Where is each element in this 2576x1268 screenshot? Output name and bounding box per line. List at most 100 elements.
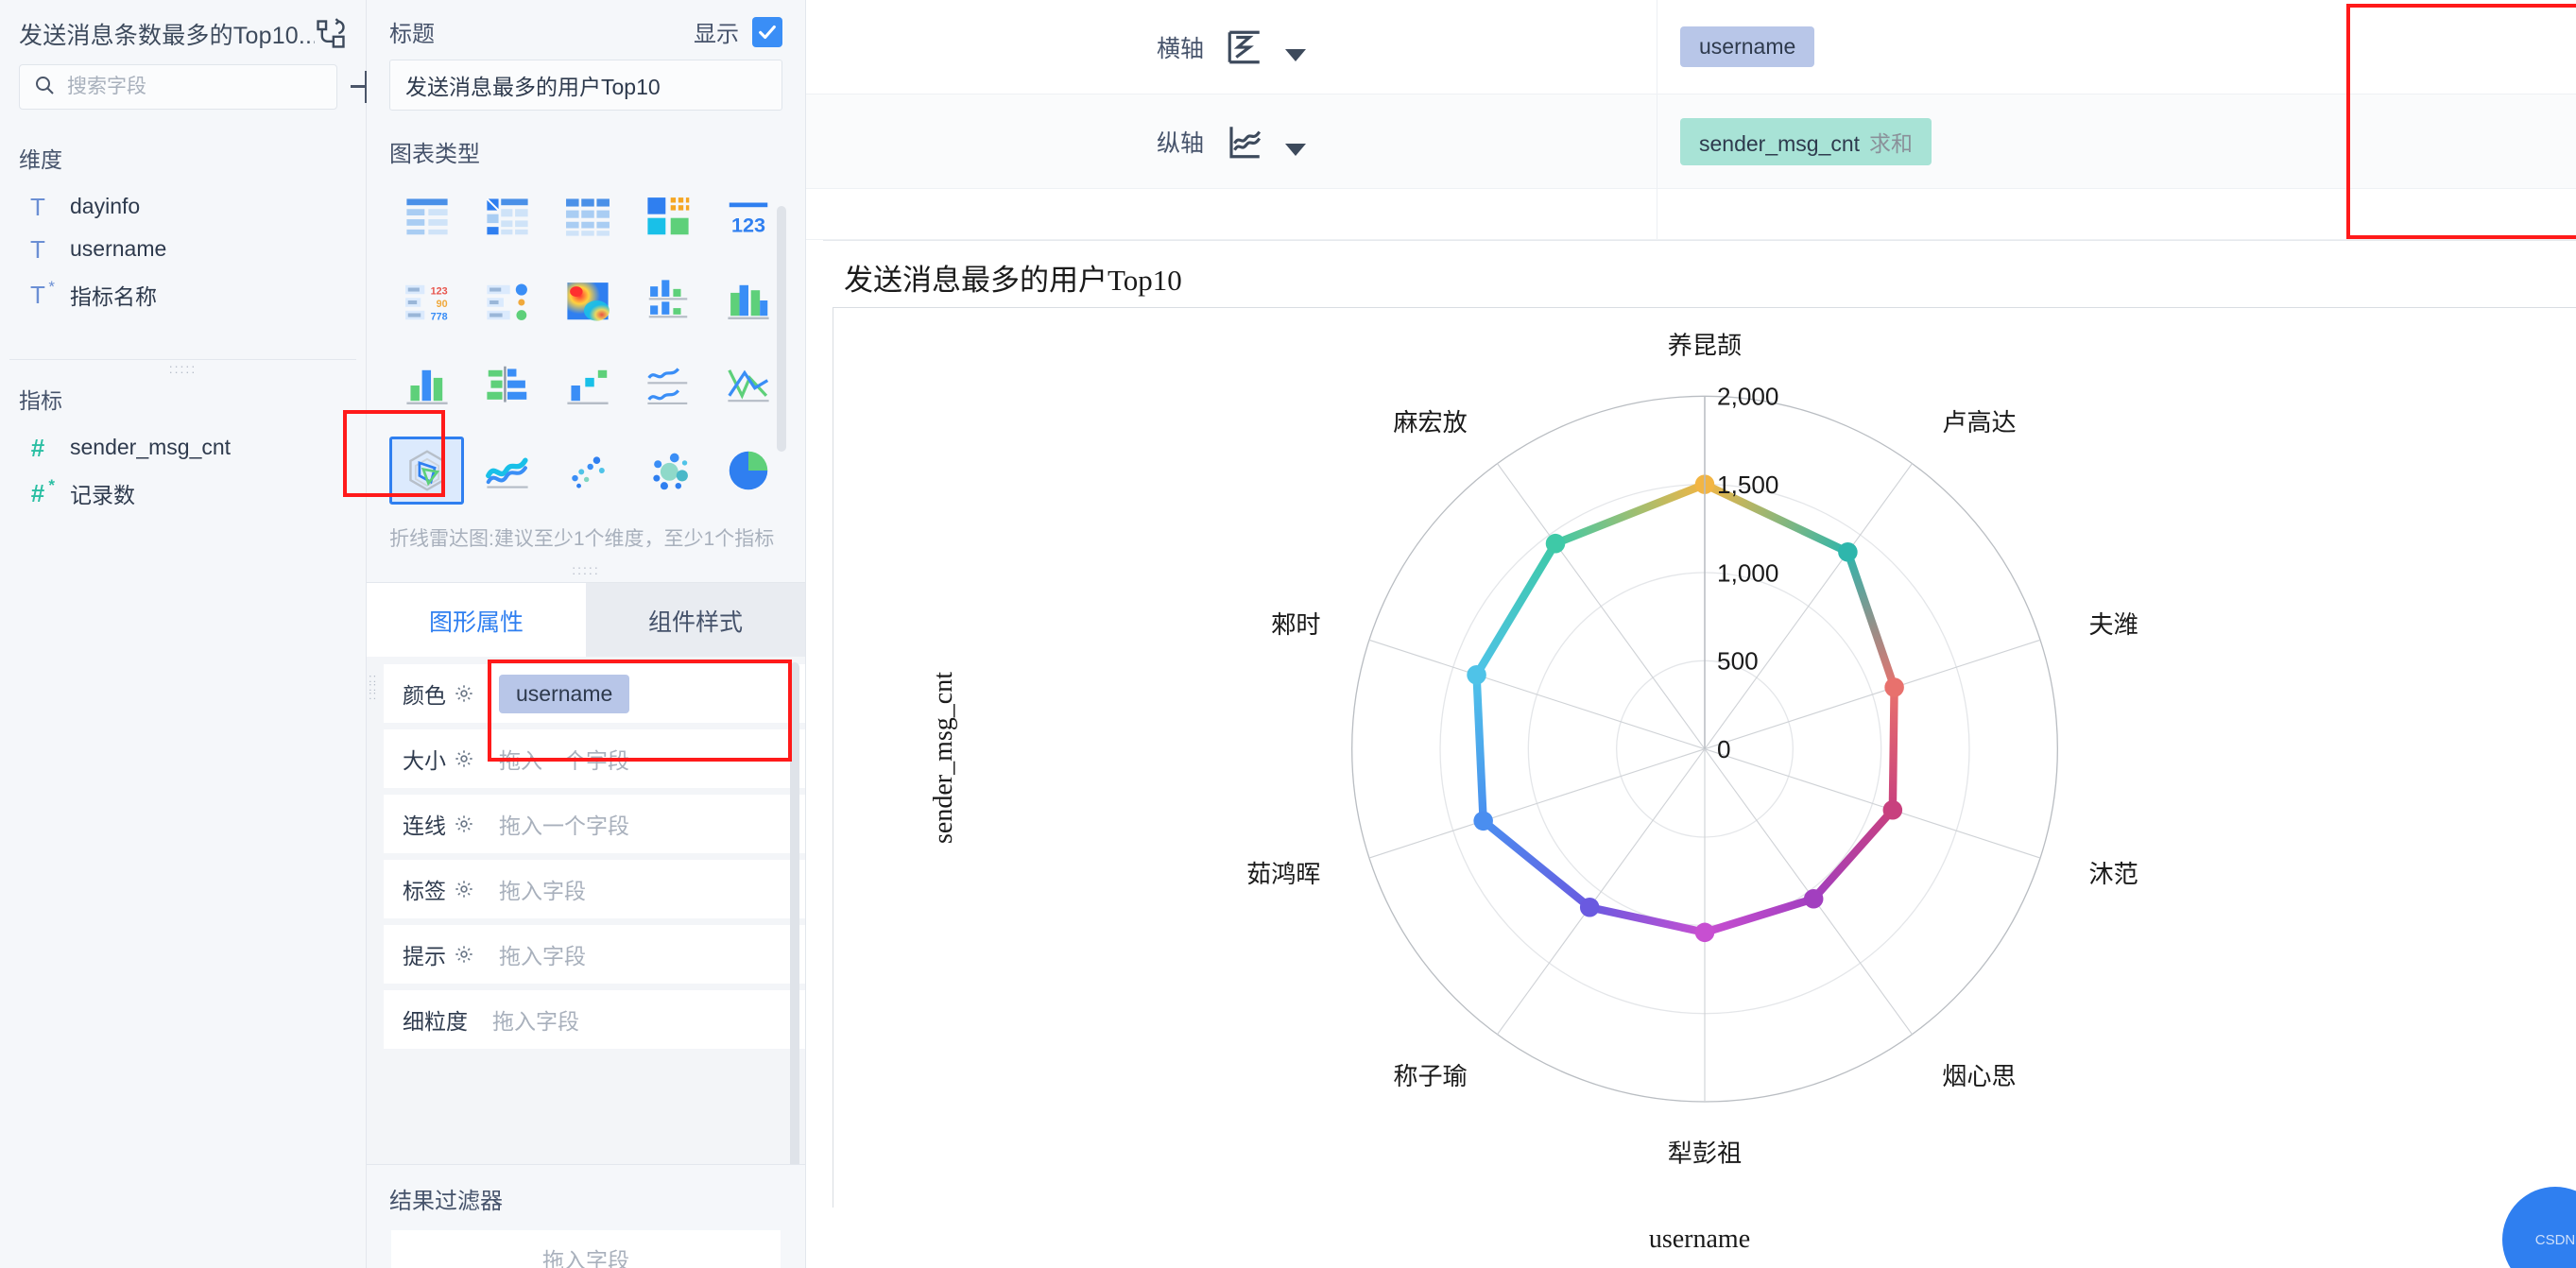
chart-type-bar-mirror[interactable]: [631, 266, 706, 334]
x-axis-field-chip[interactable]: username: [1680, 26, 1815, 67]
radar-category-label: 称子瑜: [1393, 1062, 1467, 1090]
field-item-dayinfo[interactable]: T dayinfo: [0, 185, 366, 228]
chart-type-bubble[interactable]: [631, 437, 706, 505]
chart-type-hint: 折线雷达图:建议至少1个维度，至少1个指标: [389, 528, 775, 550]
y-axis-field-chip[interactable]: sender_msg_cnt 求和: [1680, 117, 1932, 165]
radar-category-label: 麻宏放: [1393, 408, 1467, 437]
main-area: 横轴 username 纵轴 sender_msg_cnt 求和 发送消息最多的…: [806, 0, 2576, 1268]
shelf-extra[interactable]: [806, 189, 2576, 240]
radar-tick-label: 2,000: [1717, 383, 1778, 411]
property-row-size[interactable]: 大小 拖入一个字段: [384, 729, 805, 789]
chart-type-list-dot[interactable]: [470, 266, 544, 334]
chart-type-table-detail[interactable]: [389, 181, 464, 249]
search-input[interactable]: [67, 76, 323, 98]
field-item-metric-name[interactable]: T * 指标名称: [0, 270, 366, 319]
radar-category-label: 犁彭祖: [1668, 1139, 1742, 1167]
x-axis-label: 横轴: [1156, 35, 1204, 62]
field-item-sender-msg-cnt[interactable]: # sender_msg_cnt: [0, 426, 366, 469]
y-axis-dropdown-caret[interactable]: [1285, 143, 1306, 156]
field-label: 指标名称: [70, 284, 157, 309]
text-calc-field-icon: T *: [30, 278, 55, 309]
property-placeholder: 拖入一个字段: [499, 748, 629, 774]
radar-chart[interactable]: 养昆颉卢高达夫潍沐范烟心思犁彭祖 称子瑜 茹鸿晖 郲时 麻宏放 0 500 1,000 1,50…: [833, 308, 2576, 1208]
chart-type-list-number[interactable]: 123 90 778: [389, 266, 464, 334]
radar-tick-label: 1,500: [1717, 471, 1778, 499]
result-filter-dropzone[interactable]: 拖入字段: [391, 1230, 781, 1268]
field-item-record-count[interactable]: # * 记录数: [0, 469, 366, 518]
radar-category-label: 沐范: [2089, 860, 2138, 888]
property-row-tooltip[interactable]: 提示 拖入字段: [384, 925, 805, 985]
chart-type-scrollbar[interactable]: [777, 206, 786, 452]
branch-icon[interactable]: [315, 18, 347, 50]
chart-type-table-grid[interactable]: [550, 181, 625, 249]
dataset-title: 发送消息条数最多的Top10...: [19, 23, 315, 49]
chart-type-line-cross[interactable]: [712, 351, 786, 420]
radar-category-label: 郲时: [1271, 610, 1320, 639]
result-filter-section: 结果过滤器 拖入字段: [367, 1164, 805, 1268]
axis-category-icon[interactable]: [1225, 27, 1264, 67]
search-icon: [33, 74, 56, 101]
axis-line-icon[interactable]: [1225, 122, 1264, 162]
field-panel-header: 发送消息条数最多的Top10...: [0, 0, 366, 60]
property-scrollbar[interactable]: [790, 662, 799, 1192]
gear-icon[interactable]: [454, 748, 474, 769]
chart-type-bar-group[interactable]: [712, 266, 786, 334]
chart-type-bar-step[interactable]: [550, 351, 625, 420]
field-item-username[interactable]: T username: [0, 228, 366, 270]
show-label: 显示: [694, 22, 739, 47]
gear-icon[interactable]: [454, 683, 474, 704]
chart-type-heatmap[interactable]: [550, 266, 625, 334]
svg-text:90: 90: [436, 299, 447, 310]
property-drag-grip[interactable]: ::::::: [369, 672, 377, 701]
property-row-label[interactable]: 标签 拖入字段: [384, 860, 805, 919]
chart-type-pie[interactable]: [712, 437, 786, 505]
property-row-granularity[interactable]: 细粒度 拖入字段: [384, 990, 805, 1050]
tab-component-style[interactable]: 组件样式: [586, 583, 805, 658]
x-axis-dropzone[interactable]: username: [1657, 0, 2576, 94]
gear-icon[interactable]: [454, 879, 474, 900]
gear-icon[interactable]: [454, 814, 474, 834]
shelf-y-axis: 纵轴 sender_msg_cnt 求和: [806, 94, 2576, 189]
property-row-connect[interactable]: 连线 拖入一个字段: [384, 795, 805, 854]
color-field-chip[interactable]: username: [499, 674, 630, 713]
field-label: dayinfo: [70, 194, 141, 218]
property-label: 大小: [403, 743, 474, 775]
property-row-color[interactable]: 颜色 username: [384, 664, 805, 724]
chart-title: 发送消息最多的用户Top10: [844, 264, 1182, 297]
show-title-checkbox[interactable]: [752, 16, 782, 47]
resize-grip[interactable]: :::::: [0, 360, 366, 375]
chart-type-radar-line[interactable]: [389, 437, 465, 505]
radar-category-label: 夫潍: [2089, 610, 2138, 639]
chart-type-bar-diverging[interactable]: [470, 351, 544, 420]
chart-type-label: 图表类型: [389, 142, 480, 167]
chart-type-column-group[interactable]: [389, 351, 464, 420]
property-label: 提示: [403, 938, 474, 970]
chart-type-kpi-number[interactable]: 123: [712, 181, 786, 249]
number-calc-field-icon: # *: [30, 476, 55, 507]
chart-type-table-cross[interactable]: [470, 181, 544, 249]
svg-text:778: 778: [430, 311, 447, 322]
gear-icon[interactable]: [454, 944, 474, 965]
chart-type-scatter[interactable]: [550, 437, 625, 505]
search-box[interactable]: [19, 64, 337, 110]
chart-type-area-smooth[interactable]: [470, 437, 544, 505]
extra-dropzone[interactable]: [1657, 189, 2576, 239]
y-axis-dropzone[interactable]: sender_msg_cnt 求和: [1657, 94, 2576, 188]
chart-title-input[interactable]: [389, 60, 782, 111]
chart-type-line-dual[interactable]: [631, 351, 706, 420]
x-axis-title: username: [1648, 1225, 1751, 1254]
tab-graphic-properties[interactable]: 图形属性: [367, 583, 586, 658]
title-label: 标题: [389, 22, 435, 47]
shelf-x-axis: 横轴 username: [806, 0, 2576, 94]
text-field-icon: T: [30, 234, 45, 264]
field-label: 记录数: [70, 483, 135, 507]
property-list: :::::: 颜色 username 大小 拖入一个字段 连线 拖入一个字段 标…: [367, 657, 805, 1268]
chart-plot-frame: sender_msg_cnt 养昆颉 卢高达 夫潍 沐范 烟心思 犁彭祖 称子瑜 茹鸿晖 郲时麻…: [833, 307, 2576, 1208]
measure-header: 指标: [19, 388, 62, 413]
chart-type-table-color[interactable]: [631, 181, 706, 249]
x-axis-dropdown-caret[interactable]: [1285, 48, 1306, 61]
radar-tick-label: 0: [1717, 735, 1731, 763]
config-resize-grip[interactable]: :::::: [367, 561, 805, 576]
config-panel: 标题 显示 图表类型: [367, 0, 806, 1268]
text-field-icon: T: [30, 192, 45, 221]
